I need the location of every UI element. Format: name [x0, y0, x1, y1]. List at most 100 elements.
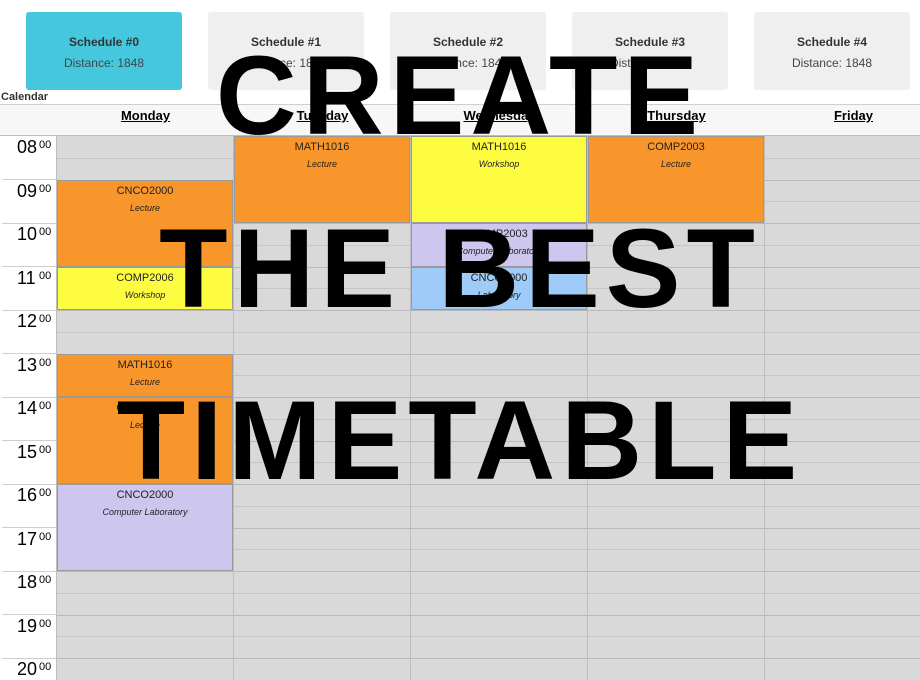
grid-line — [588, 244, 764, 246]
minute-value: 00 — [39, 356, 52, 369]
grid-line — [765, 418, 920, 420]
grid-line — [765, 658, 920, 659]
grid-line — [57, 310, 233, 311]
hour-label: 12 00 — [2, 310, 56, 354]
class-event[interactable]: COMP2003 Computer Laboratory — [411, 223, 587, 267]
hour-label: 09 00 — [2, 180, 56, 224]
schedule-card-2[interactable]: Schedule #2 Distance: 1848 — [390, 12, 546, 90]
hour-value: 15 — [17, 441, 38, 462]
grid-line — [57, 592, 233, 594]
day-column-tuesday: MATH1016 Lecture — [234, 136, 411, 680]
hour-value: 13 — [17, 354, 38, 375]
grid-line — [588, 331, 764, 333]
grid-line — [411, 418, 587, 420]
hour-label: 11 00 — [2, 267, 56, 311]
day-column-wednesday: MATH1016 Workshop COMP2003 Computer Laborat… — [411, 136, 588, 680]
grid-line — [234, 549, 410, 551]
grid-line — [411, 310, 587, 311]
grid-line — [588, 418, 764, 420]
event-type: Lecture — [306, 159, 338, 169]
hour-value: 20 — [17, 659, 38, 679]
minute-value: 00 — [39, 443, 52, 456]
hour-value: 19 — [17, 615, 38, 636]
minute-value: 00 — [39, 487, 52, 499]
schedule-distance: Distance: 1848 — [245, 56, 327, 70]
schedule-distance: Distance: 1848 — [609, 56, 691, 70]
class-event[interactable]: COMP2003 Lecture — [588, 136, 764, 223]
minute-value: 00 — [39, 661, 52, 673]
grid-line — [57, 331, 233, 333]
day-column-friday — [765, 136, 920, 680]
grid-line — [765, 397, 920, 398]
schedule-title: Schedule #1 — [250, 35, 322, 49]
calendar-label: Calendar — [1, 91, 49, 103]
class-event[interactable]: MATH1016 Lecture — [57, 353, 233, 397]
schedule-card-0[interactable]: Schedule #0 Distance: 1848 — [26, 12, 182, 90]
day-header-monday: Monday — [120, 108, 171, 123]
grid-line — [588, 223, 764, 224]
grid-line — [411, 527, 587, 529]
calendar-header: Monday Tuesday Wednesday Thursday Friday — [0, 104, 920, 136]
hour-label: 13 00 — [2, 354, 56, 398]
grid-line — [588, 440, 764, 442]
class-event[interactable]: CNCO2000 Computer Laboratory — [57, 484, 233, 571]
grid-line — [588, 484, 764, 485]
class-event[interactable]: MATH1016 Lecture — [234, 136, 410, 223]
class-event[interactable]: COMP2006 Lecture — [57, 397, 233, 484]
grid-line — [234, 658, 410, 659]
grid-line — [57, 658, 233, 659]
class-event[interactable]: COMP2006 Workshop — [57, 266, 233, 310]
event-code: COMP2003 — [647, 141, 705, 153]
day-header-tuesday: Tuesday — [296, 108, 349, 123]
event-type: Lecture — [129, 376, 161, 387]
grid-line — [588, 375, 764, 377]
grid-line — [234, 636, 410, 638]
grid-line — [765, 201, 920, 203]
grid-line — [588, 614, 764, 616]
grid-line — [765, 353, 920, 355]
grid-line — [234, 614, 410, 616]
grid-line — [765, 157, 920, 159]
hour-label: 16 00 — [2, 484, 56, 528]
time-column: 08 00 09 00 10 00 11 00 12 00 13 00 14 00 15 00 16 00 17 00… — [0, 136, 57, 680]
grid-line — [411, 549, 587, 551]
grid-line — [234, 571, 410, 572]
grid-line — [588, 658, 764, 659]
grid-line — [765, 614, 920, 616]
grid-line — [234, 505, 410, 507]
grid-line — [411, 462, 587, 464]
class-event[interactable]: MATH1016 Workshop — [411, 136, 587, 223]
event-type: Computer Laboratory — [456, 246, 542, 256]
grid-line — [765, 505, 920, 507]
minute-value: 00 — [39, 139, 52, 151]
day-header-thursday: Thursday — [647, 108, 706, 123]
grid-line — [765, 179, 920, 181]
grid-line — [588, 288, 764, 290]
minute-value: 00 — [39, 617, 52, 630]
grid-line — [234, 527, 410, 529]
schedule-card-1[interactable]: Schedule #1 Distance: 1848 — [208, 12, 364, 90]
grid-line — [765, 331, 920, 333]
schedule-card-4[interactable]: Schedule #4 Distance: 1848 — [754, 12, 910, 90]
grid-line — [588, 353, 764, 355]
minute-value: 00 — [39, 530, 52, 543]
grid-line — [765, 223, 920, 224]
event-type: Laboratory — [477, 289, 521, 300]
grid-line — [765, 636, 920, 638]
schedule-card-3[interactable]: Schedule #3 Distance: 1848 — [572, 12, 728, 90]
class-event[interactable]: CNCO2000 Laboratory — [411, 266, 587, 310]
grid-line — [765, 310, 920, 311]
grid-line — [57, 157, 233, 159]
grid-line — [411, 505, 587, 507]
hour-value: 16 — [17, 485, 38, 505]
event-type: Lecture — [129, 420, 161, 430]
grid-line — [234, 418, 410, 420]
grid-line — [765, 266, 920, 268]
grid-line — [765, 571, 920, 572]
class-event[interactable]: CNCO2000 Lecture — [57, 179, 233, 267]
event-code: MATH1016 — [471, 141, 527, 153]
grid-line — [588, 505, 764, 507]
hour-value: 10 — [17, 224, 38, 244]
grid-line — [411, 484, 587, 485]
event-code: COMP2003 — [470, 228, 528, 240]
